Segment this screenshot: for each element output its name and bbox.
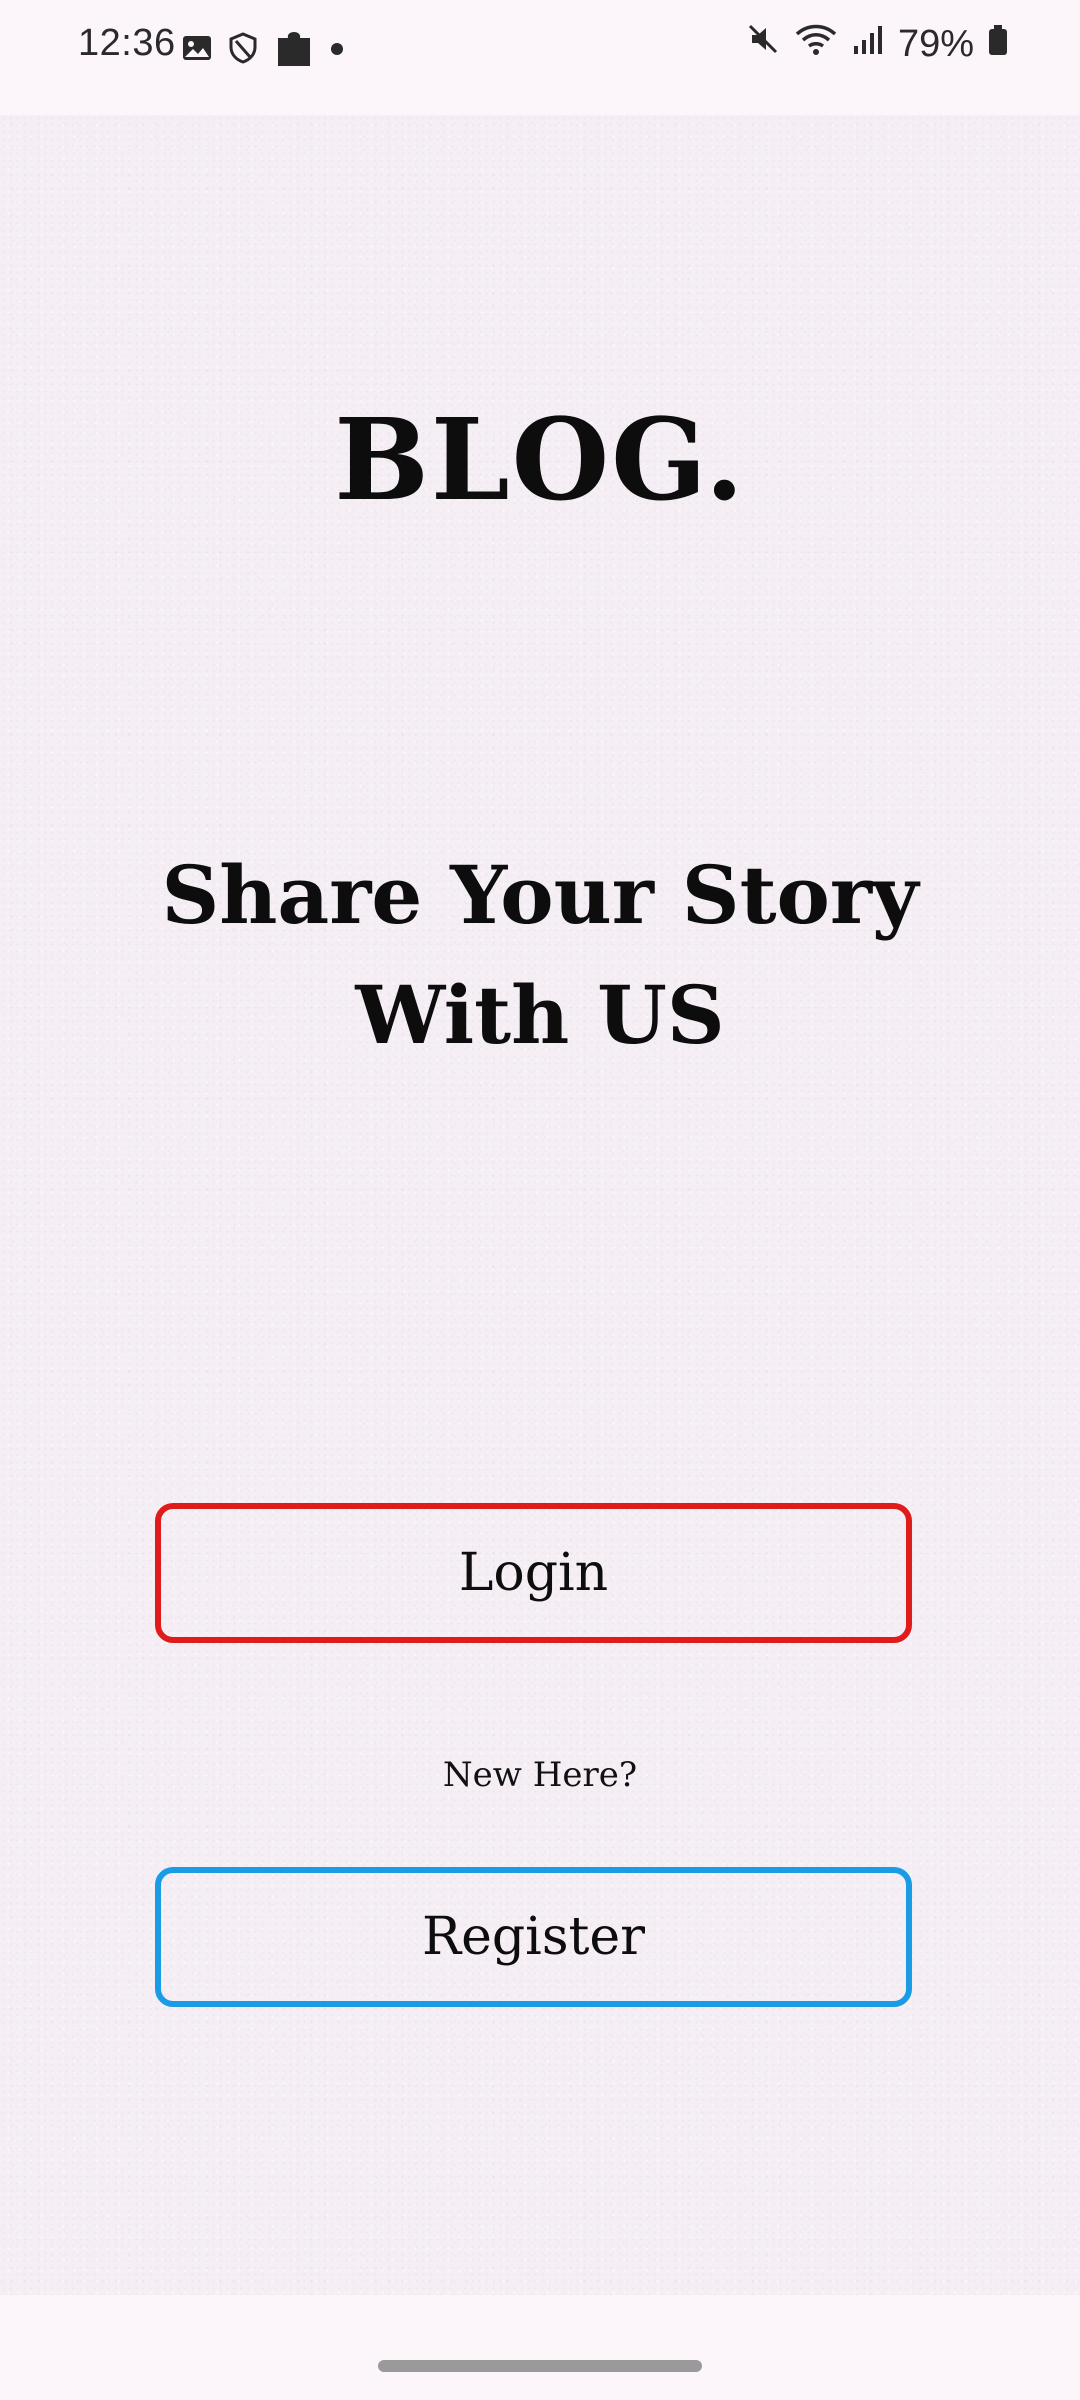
status-time: 12:36 [78,22,176,64]
home-indicator[interactable] [378,2360,702,2372]
login-button[interactable]: Login [155,1503,912,1643]
signal-icon [852,23,884,66]
tagline: Share Your Story With US [0,835,1080,1075]
battery-icon [988,23,1008,66]
navigation-bar [0,2295,1080,2400]
status-right: 79% [746,22,1008,66]
image-icon [182,33,212,67]
status-left-icons [182,26,344,74]
register-button-label: Register [421,1907,646,1967]
brand-title: BLOG. [334,395,746,526]
status-bar: 12:36 79% [0,0,1080,110]
main-content: BLOG. Share Your Story With US Login New… [0,115,1080,2295]
shield-icon [228,32,258,68]
battery-percent: 79% [897,22,974,65]
tagline-line-2: With US [355,968,725,1062]
puzzle-icon [274,26,314,74]
new-here-text: New Here? [442,1755,638,1795]
mute-icon [746,22,780,66]
register-button[interactable]: Register [155,1867,912,2007]
tagline-line-1: Share Your Story [161,848,919,942]
login-button-label: Login [458,1543,609,1603]
wifi-icon [794,22,838,66]
dot-icon [330,41,344,60]
